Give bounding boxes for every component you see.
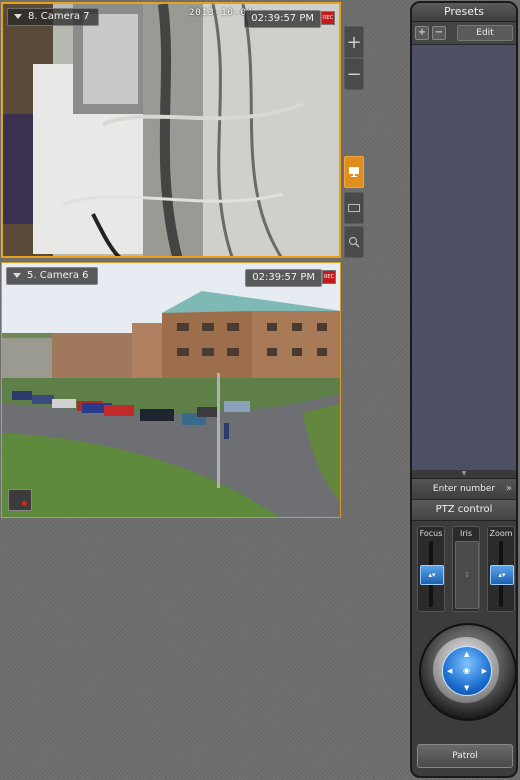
focus-slider[interactable]: Focus ▴▾ (417, 526, 445, 612)
ptz-joystick[interactable]: ▲ ▼ ◀ ▶ ◉ (419, 623, 516, 721)
focus-label: Focus (419, 529, 443, 538)
joystick-ring: ▲ ▼ ◀ ▶ ◉ (433, 637, 499, 703)
camera-title-dropdown[interactable]: 8. Camera 7 (7, 8, 99, 26)
ptz-joystick-area: ▲ ▼ ◀ ▶ ◉ (412, 616, 516, 736)
add-camera-button[interactable]: + (344, 26, 364, 58)
camera-title: 8. Camera 7 (28, 11, 90, 22)
joystick-knob[interactable]: ▲ ▼ ◀ ▶ ◉ (442, 646, 492, 696)
camera-7-video-frame (3, 4, 339, 256)
presets-header: Presets (412, 3, 516, 22)
arrow-right-icon: ▶ (481, 667, 487, 675)
preset-toolbar: + − Edit (412, 22, 516, 45)
chevron-down-icon (13, 272, 21, 278)
enter-number-button[interactable]: Enter number » (412, 478, 516, 500)
camera-title: 5. Camera 6 (27, 270, 89, 281)
search-button[interactable] (344, 226, 364, 258)
keyboard-icon (348, 204, 360, 212)
iris-label: Iris (459, 529, 473, 538)
camera-tile-camera-6[interactable]: 5. Camera 6 02:39:57 PM REC (1, 262, 341, 518)
remove-preset-button[interactable]: − (432, 26, 446, 40)
camera-tile-camera-7[interactable]: 8. Camera 7 2013-10-04 02:39:57 PM REC (1, 2, 341, 258)
double-chevron-icon: » (505, 483, 512, 494)
ptz-sliders: Focus ▴▾ Iris ↕ Zoom ▴▾ (412, 521, 516, 616)
edit-presets-button[interactable]: Edit (457, 25, 513, 41)
ptz-control-header: PTZ control (412, 500, 516, 521)
keyboard-button[interactable] (344, 192, 364, 224)
focus-thumb[interactable]: ▴▾ (420, 565, 444, 585)
minus-icon: − (346, 63, 362, 85)
zoom-thumb[interactable]: ▴▾ (490, 565, 514, 585)
arrow-up-icon: ▲ (464, 650, 470, 658)
preset-list[interactable] (412, 45, 516, 470)
camera-title-dropdown[interactable]: 5. Camera 6 (6, 267, 98, 285)
iris-slider[interactable]: Iris ↕ (452, 526, 480, 612)
camera-time: 02:39:57 PM (244, 10, 321, 28)
zoom-label: Zoom (489, 529, 513, 538)
recording-indicator-icon[interactable]: REC (322, 270, 336, 284)
monitor-icon (349, 167, 359, 177)
enter-number-label: Enter number (432, 484, 496, 494)
arrow-left-icon: ◀ (447, 667, 453, 675)
recording-indicator-icon[interactable]: REC (321, 11, 335, 25)
patrol-button[interactable]: Patrol (417, 744, 513, 768)
camera-time: 02:39:57 PM (245, 269, 322, 287)
zoom-slider[interactable]: Zoom ▴▾ (487, 526, 515, 612)
camera-6-video-frame (2, 263, 340, 517)
plus-icon: + (346, 31, 362, 53)
remove-camera-button[interactable]: − (344, 58, 364, 90)
arrow-down-icon: ▼ (464, 684, 470, 692)
camera-record-button[interactable] (8, 489, 32, 511)
center-dot-icon: ◉ (463, 666, 470, 675)
ptz-side-panel: Presets + − Edit ▼ Enter number » PTZ co… (410, 1, 518, 778)
iris-thumb[interactable]: ↕ (455, 541, 479, 609)
search-icon (348, 236, 360, 248)
monitor-view-button[interactable] (344, 156, 364, 188)
scroll-down-icon[interactable]: ▼ (412, 470, 516, 478)
add-preset-button[interactable]: + (415, 26, 429, 40)
chevron-down-icon (14, 13, 22, 19)
